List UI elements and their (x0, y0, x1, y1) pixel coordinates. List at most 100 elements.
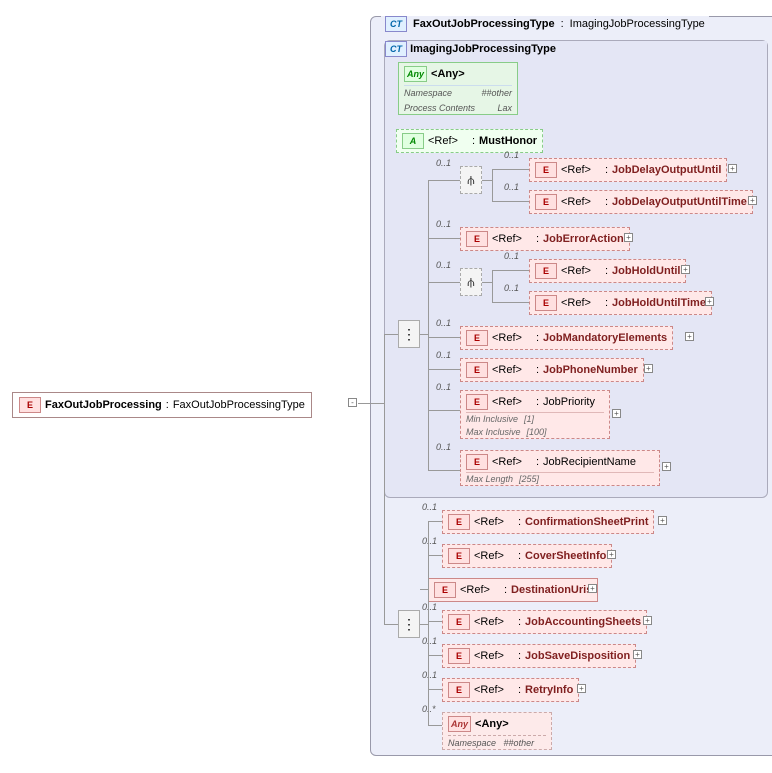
min-inclusive-value: [1] (524, 414, 534, 424)
element-icon: E (535, 162, 557, 178)
namespace-label: Namespace (448, 738, 496, 748)
elem-jobdelayoutputuntiltime[interactable]: E <Ref> : JobDelayOutputUntilTime (529, 190, 753, 214)
expander[interactable]: + (685, 332, 694, 341)
elem-jobaccountingsheets[interactable]: E <Ref> : JobAccountingSheets (442, 610, 647, 634)
element-icon: E (466, 330, 488, 346)
expander[interactable]: + (705, 297, 714, 306)
root-element[interactable]: E FaxOutJobProcessing : FaxOutJobProcess… (12, 392, 312, 418)
max-length-label: Max Length (466, 474, 513, 484)
ct-icon-inner: CT (385, 41, 407, 57)
cardinality: 0..1 (436, 260, 451, 270)
sequence-icon-lower[interactable]: ⋮ (398, 610, 420, 638)
attribute-icon: A (402, 133, 424, 149)
element-icon: E (535, 194, 557, 210)
element-icon: E (434, 582, 456, 598)
expander[interactable]: + (681, 265, 690, 274)
namespace-label: Namespace (404, 88, 452, 98)
ref-name: JobErrorAction (543, 233, 624, 245)
ref-label: <Ref> (492, 364, 522, 376)
expander[interactable]: + (588, 584, 597, 593)
min-inclusive-label: Min Inclusive (466, 414, 518, 424)
process-contents-label: Process Contents (404, 103, 475, 113)
expander[interactable]: + (658, 516, 667, 525)
cardinality: 0..1 (504, 251, 519, 261)
expander[interactable]: + (662, 462, 671, 471)
elem-jobdelayoutputuntil[interactable]: E <Ref> : JobDelayOutputUntil (529, 158, 727, 182)
ct-icon: CT (385, 16, 407, 32)
ref-name: JobPhoneNumber (543, 364, 638, 376)
ref-label: <Ref> (561, 265, 591, 277)
attr-musthonor[interactable]: A <Ref> : MustHonor (396, 129, 543, 153)
expander[interactable]: + (728, 164, 737, 173)
cardinality: 0..1 (422, 502, 437, 512)
elem-jobmandatoryelements[interactable]: E <Ref> : JobMandatoryElements (460, 326, 673, 350)
element-icon: E (448, 514, 470, 530)
ref-label: <Ref> (492, 233, 522, 245)
root-colon: : (166, 399, 169, 411)
elem-jobholduntil[interactable]: E <Ref> : JobHoldUntil (529, 259, 686, 283)
any-element-bottom[interactable]: Any <Any> Namespace ##other (442, 712, 552, 750)
elem-coversheetinfo[interactable]: E <Ref> : CoverSheetInfo (442, 544, 612, 568)
ref-name: RetryInfo (525, 684, 573, 696)
ref-label: <Ref> (561, 164, 591, 176)
ref-name: JobAccountingSheets (525, 616, 641, 628)
namespace-value: ##other (481, 88, 512, 98)
ct-inner-header: CT ImagingJobProcessingType (385, 41, 767, 57)
namespace-value: ##other (504, 738, 535, 748)
ref-label: <Ref> (561, 196, 591, 208)
ref-label: <Ref> (492, 396, 522, 408)
cardinality: 0..1 (504, 182, 519, 192)
any-bottom-label: <Any> (475, 718, 509, 730)
ref-label: <Ref> (474, 616, 504, 628)
ref-name: DestinationUris (511, 584, 592, 596)
element-icon: E (448, 548, 470, 564)
expander[interactable]: + (577, 684, 586, 693)
ref-label: <Ref> (474, 516, 504, 528)
any-icon: Any (404, 66, 427, 82)
ref-label: <Ref> (474, 550, 504, 562)
ct-outer-header: CT FaxOutJobProcessingType : ImagingJobP… (381, 16, 709, 32)
ref-name: ConfirmationSheetPrint (525, 516, 648, 528)
element-icon: E (466, 362, 488, 378)
root-name: FaxOutJobProcessing (45, 399, 162, 411)
ref-label: <Ref> (561, 297, 591, 309)
expander[interactable]: + (633, 650, 642, 659)
cardinality: 0..1 (422, 536, 437, 546)
expander[interactable]: + (624, 233, 633, 242)
choice-icon-2[interactable]: ⫛ (460, 268, 482, 296)
elem-jobholduntiltime[interactable]: E <Ref> : JobHoldUntilTime (529, 291, 712, 315)
max-length-value: [255] (519, 474, 539, 484)
root-expander[interactable]: - (348, 398, 357, 407)
process-contents-value: Lax (497, 103, 512, 113)
ref-name: JobHoldUntilTime (612, 297, 706, 309)
choice-icon-1[interactable]: ⫛ (460, 166, 482, 194)
cardinality: 0..1 (436, 158, 451, 168)
elem-confirmationsheetprint[interactable]: E <Ref> : ConfirmationSheetPrint (442, 510, 654, 534)
elem-jobpriority[interactable]: E <Ref> : JobPriority Min Inclusive [1] … (460, 390, 610, 439)
cardinality: 0..1 (436, 219, 451, 229)
elem-jobrecipientname[interactable]: E <Ref> : JobRecipientName Max Length [2… (460, 450, 660, 486)
cardinality: 0..1 (436, 442, 451, 452)
elem-retryinfo[interactable]: E <Ref> : RetryInfo (442, 678, 579, 702)
expander[interactable]: + (643, 616, 652, 625)
ref-label: <Ref> (474, 684, 504, 696)
max-inclusive-label: Max Inclusive (466, 427, 521, 437)
elem-joberroraction[interactable]: E <Ref> : JobErrorAction (460, 227, 630, 251)
ref-name: JobDelayOutputUntilTime (612, 196, 747, 208)
sequence-icon[interactable]: ⋮ (398, 320, 420, 348)
elem-destinationuris[interactable]: E <Ref> : DestinationUris (428, 578, 598, 602)
ref-name: JobMandatoryElements (543, 332, 667, 344)
any-attribute[interactable]: Any <Any> Namespace ##other Process Cont… (398, 62, 518, 115)
attr-label: <Ref> (428, 135, 458, 147)
cardinality: 0..1 (422, 670, 437, 680)
elem-jobphonenumber[interactable]: E <Ref> : JobPhoneNumber (460, 358, 644, 382)
element-icon: E (535, 295, 557, 311)
element-icon: E (466, 394, 488, 410)
ref-label: <Ref> (492, 456, 522, 468)
expander[interactable]: + (612, 409, 621, 418)
expander[interactable]: + (607, 550, 616, 559)
expander[interactable]: + (748, 196, 757, 205)
ref-name: JobPriority (543, 396, 595, 408)
expander[interactable]: + (644, 364, 653, 373)
elem-jobsavedisposition[interactable]: E <Ref> : JobSaveDisposition (442, 644, 636, 668)
